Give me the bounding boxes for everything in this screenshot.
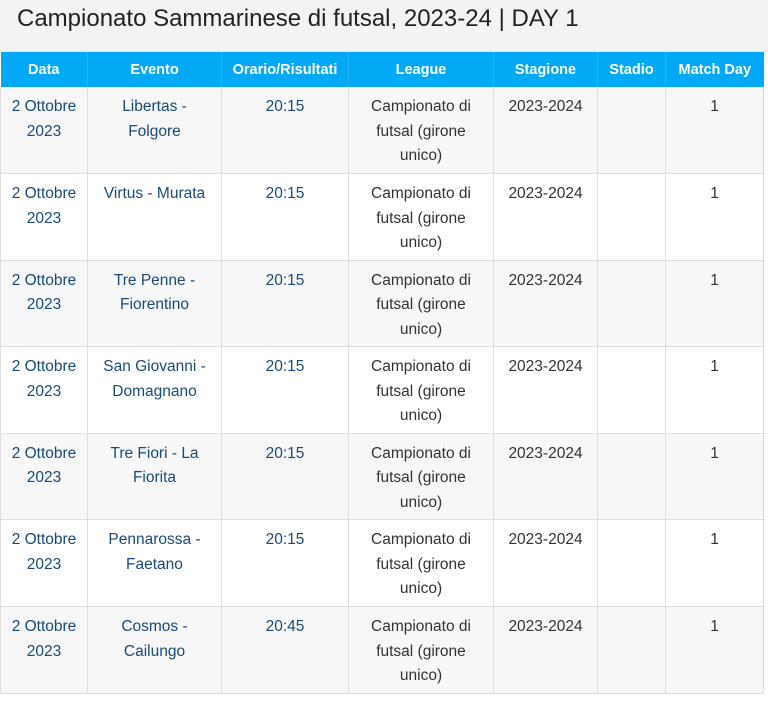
table-row: 2 Ottobre 2023 Pennarossa - Faetano 20:1… (0, 519, 764, 608)
cell-league: Campionato di futsal (girone unico) (348, 173, 494, 261)
table-row: 2 Ottobre 2023 Cosmos - Cailungo 20:45 C… (0, 606, 764, 694)
cell-season: 2023-2024 (493, 606, 598, 694)
cell-stadium (597, 433, 666, 521)
cell-matchday: 1 (665, 433, 764, 521)
cell-matchday: 1 (665, 173, 764, 261)
cell-time[interactable]: 20:15 (221, 519, 349, 608)
cell-league: Campionato di futsal (girone unico) (348, 260, 494, 348)
cell-stadium (597, 173, 666, 261)
header-stadium[interactable]: Stadio (597, 52, 666, 87)
cell-stadium (597, 346, 666, 434)
cell-time[interactable]: 20:15 (221, 260, 349, 348)
cell-date[interactable]: 2 Ottobre 2023 (0, 606, 88, 694)
cell-season: 2023-2024 (493, 346, 598, 434)
cell-event[interactable]: Tre Penne - Fiorentino (87, 260, 222, 348)
table-header-row: Data Evento Orario/Risultati League Stag… (0, 52, 764, 87)
cell-matchday: 1 (665, 87, 764, 175)
cell-date[interactable]: 2 Ottobre 2023 (0, 260, 88, 348)
events-table: Data Evento Orario/Risultati League Stag… (0, 52, 764, 694)
cell-event[interactable]: Tre Fiori - La Fiorita (87, 433, 222, 521)
cell-event[interactable]: San Giovanni - Domagnano (87, 346, 222, 434)
cell-league: Campionato di futsal (girone unico) (348, 433, 494, 521)
table-row: 2 Ottobre 2023 Virtus - Murata 20:15 Cam… (0, 173, 764, 261)
header-season[interactable]: Stagione (493, 52, 598, 87)
page: Campionato Sammarinese di futsal, 2023-2… (0, 0, 768, 701)
cell-time[interactable]: 20:15 (221, 87, 349, 175)
cell-season: 2023-2024 (493, 260, 598, 348)
cell-date[interactable]: 2 Ottobre 2023 (0, 173, 88, 261)
cell-season: 2023-2024 (493, 519, 598, 608)
title-bar: Campionato Sammarinese di futsal, 2023-2… (0, 0, 768, 52)
cell-matchday: 1 (665, 519, 764, 608)
cell-stadium (597, 87, 666, 175)
cell-season: 2023-2024 (493, 87, 598, 175)
table-row: 2 Ottobre 2023 Libertas - Folgore 20:15 … (0, 87, 764, 175)
page-title: Campionato Sammarinese di futsal, 2023-2… (17, 5, 579, 32)
cell-event[interactable]: Libertas - Folgore (87, 87, 222, 175)
cell-time[interactable]: 20:45 (221, 606, 349, 694)
header-time[interactable]: Orario/Risultati (221, 52, 349, 87)
cell-league: Campionato di futsal (girone unico) (348, 606, 494, 694)
cell-league: Campionato di futsal (girone unico) (348, 87, 494, 175)
cell-league: Campionato di futsal (girone unico) (348, 519, 494, 608)
cell-matchday: 1 (665, 346, 764, 434)
cell-event[interactable]: Cosmos - Cailungo (87, 606, 222, 694)
cell-time[interactable]: 20:15 (221, 173, 349, 261)
header-event[interactable]: Evento (87, 52, 222, 87)
header-matchday[interactable]: Match Day (665, 52, 764, 87)
header-date[interactable]: Data (0, 52, 88, 87)
cell-stadium (597, 519, 666, 608)
cell-time[interactable]: 20:15 (221, 346, 349, 434)
cell-event[interactable]: Virtus - Murata (87, 173, 222, 261)
cell-stadium (597, 260, 666, 348)
cell-date[interactable]: 2 Ottobre 2023 (0, 87, 88, 175)
events-table-wrapper: Data Evento Orario/Risultati League Stag… (0, 52, 764, 694)
header-league[interactable]: League (348, 52, 494, 87)
cell-matchday: 1 (665, 606, 764, 694)
cell-date[interactable]: 2 Ottobre 2023 (0, 519, 88, 608)
cell-stadium (597, 606, 666, 694)
cell-matchday: 1 (665, 260, 764, 348)
table-row: 2 Ottobre 2023 Tre Penne - Fiorentino 20… (0, 260, 764, 348)
cell-season: 2023-2024 (493, 433, 598, 521)
table-row: 2 Ottobre 2023 San Giovanni - Domagnano … (0, 346, 764, 434)
cell-event[interactable]: Pennarossa - Faetano (87, 519, 222, 608)
cell-season: 2023-2024 (493, 173, 598, 261)
cell-date[interactable]: 2 Ottobre 2023 (0, 346, 88, 434)
table-row: 2 Ottobre 2023 Tre Fiori - La Fiorita 20… (0, 433, 764, 521)
cell-league: Campionato di futsal (girone unico) (348, 346, 494, 434)
cell-time[interactable]: 20:15 (221, 433, 349, 521)
cell-date[interactable]: 2 Ottobre 2023 (0, 433, 88, 521)
